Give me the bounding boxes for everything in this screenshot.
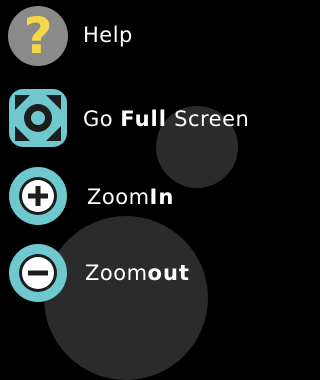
menu-list: ? Help Go Full Screen ZoomIn Zoomout xyxy=(0,0,276,303)
menu-item-help[interactable]: ? Help xyxy=(0,6,276,66)
minus-circle-icon xyxy=(9,244,67,302)
menu-item-zoom-out[interactable]: Zoomout xyxy=(0,243,276,303)
zoom-out-label-pre: Zoom xyxy=(85,261,148,285)
zoom-out-label-bold: out xyxy=(147,261,190,285)
zoom-in-label-pre: Zoom xyxy=(87,185,150,209)
fullscreen-icon xyxy=(9,89,67,147)
menu-item-zoom-in[interactable]: ZoomIn xyxy=(0,166,276,226)
full-screen-label: Go Full Screen xyxy=(83,109,249,130)
full-screen-label-bold: Full xyxy=(120,107,167,131)
question-mark-glyph: ? xyxy=(23,7,52,65)
full-screen-label-post: Screen xyxy=(166,107,250,131)
zoom-in-label: ZoomIn xyxy=(87,187,174,208)
zoom-in-label-bold: In xyxy=(149,185,175,209)
question-mark-icon: ? xyxy=(8,6,68,66)
plus-circle-icon xyxy=(9,167,67,225)
zoom-out-label: Zoomout xyxy=(85,263,190,284)
help-label: Help xyxy=(83,23,133,47)
menu-item-full-screen[interactable]: Go Full Screen xyxy=(0,88,276,148)
full-screen-label-pre: Go xyxy=(83,107,121,131)
